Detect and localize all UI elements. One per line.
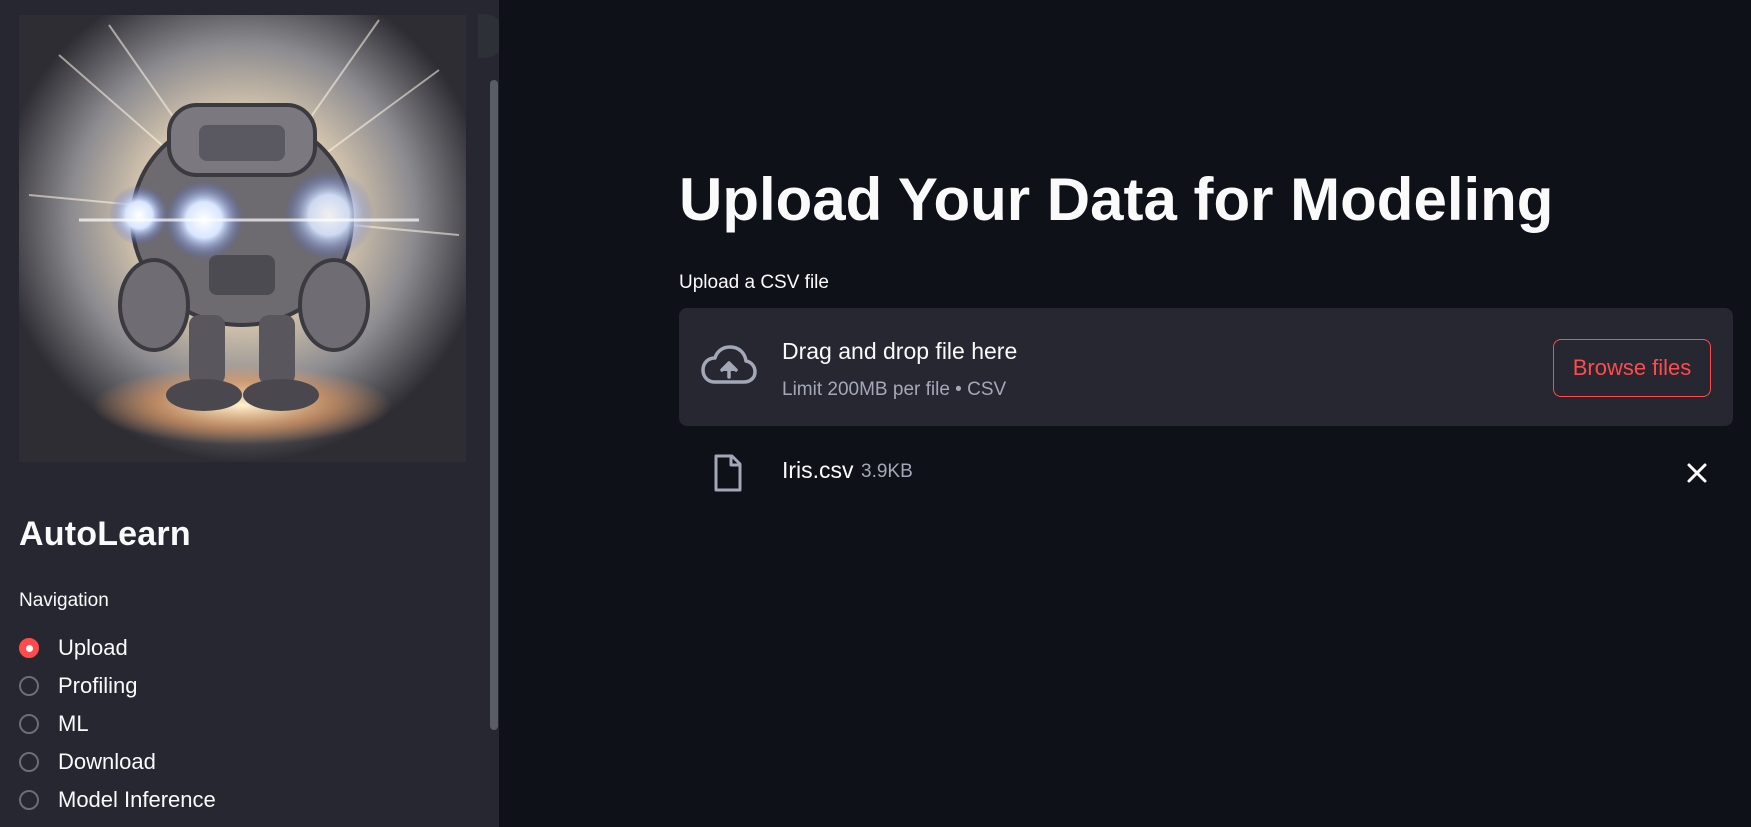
nav-item-upload[interactable]: Upload	[19, 629, 216, 667]
uploaded-file-name: Iris.csv	[782, 457, 854, 483]
sidebar-collapse-button[interactable]	[478, 14, 499, 58]
close-icon[interactable]	[1682, 458, 1712, 488]
file-uploader-label: Upload a CSV file	[679, 272, 829, 293]
dropzone-instructions: Drag and drop file here	[782, 338, 1018, 364]
radio-unchecked-icon[interactable]	[19, 676, 39, 696]
nav-item-profiling[interactable]: Profiling	[19, 667, 216, 705]
nav-item-label: Model Inference	[58, 787, 216, 812]
radio-checked-icon[interactable]	[19, 638, 39, 658]
cloud-upload-icon	[701, 345, 757, 384]
navigation-label: Navigation	[19, 590, 109, 611]
radio-unchecked-icon[interactable]	[19, 790, 39, 810]
app-root: AutoLearn Navigation Upload Profiling ML…	[0, 0, 1751, 827]
robot-illustration-icon	[19, 15, 466, 462]
file-dropzone[interactable]: Drag and drop file here Limit 200MB per …	[679, 308, 1733, 426]
nav-item-label: Profiling	[58, 673, 138, 698]
nav-item-ml[interactable]: ML	[19, 705, 216, 743]
file-icon	[714, 454, 742, 492]
main-content: Upload Your Data for Modeling Upload a C…	[499, 0, 1751, 827]
nav-item-model-inference[interactable]: Model Inference	[19, 781, 216, 819]
nav-item-label: Upload	[58, 635, 128, 660]
sidebar: AutoLearn Navigation Upload Profiling ML…	[0, 0, 499, 827]
browse-files-button[interactable]: Browse files	[1553, 339, 1711, 397]
radio-unchecked-icon[interactable]	[19, 714, 39, 734]
page-title: Upload Your Data for Modeling	[679, 166, 1554, 233]
uploaded-file-size: 3.9KB	[861, 461, 913, 482]
uploaded-file-row: Iris.csv 3.9KB	[679, 448, 1733, 498]
nav-item-label: ML	[58, 711, 89, 736]
robot-image	[19, 15, 466, 462]
radio-unchecked-icon[interactable]	[19, 752, 39, 772]
nav-item-download[interactable]: Download	[19, 743, 216, 781]
nav-item-label: Download	[58, 749, 156, 774]
sidebar-scrollbar[interactable]	[490, 80, 498, 730]
dropzone-limit-text: Limit 200MB per file • CSV	[782, 379, 1007, 400]
app-title: AutoLearn	[19, 515, 191, 553]
navigation-radio-group: Upload Profiling ML Download Model Infer…	[19, 629, 216, 819]
